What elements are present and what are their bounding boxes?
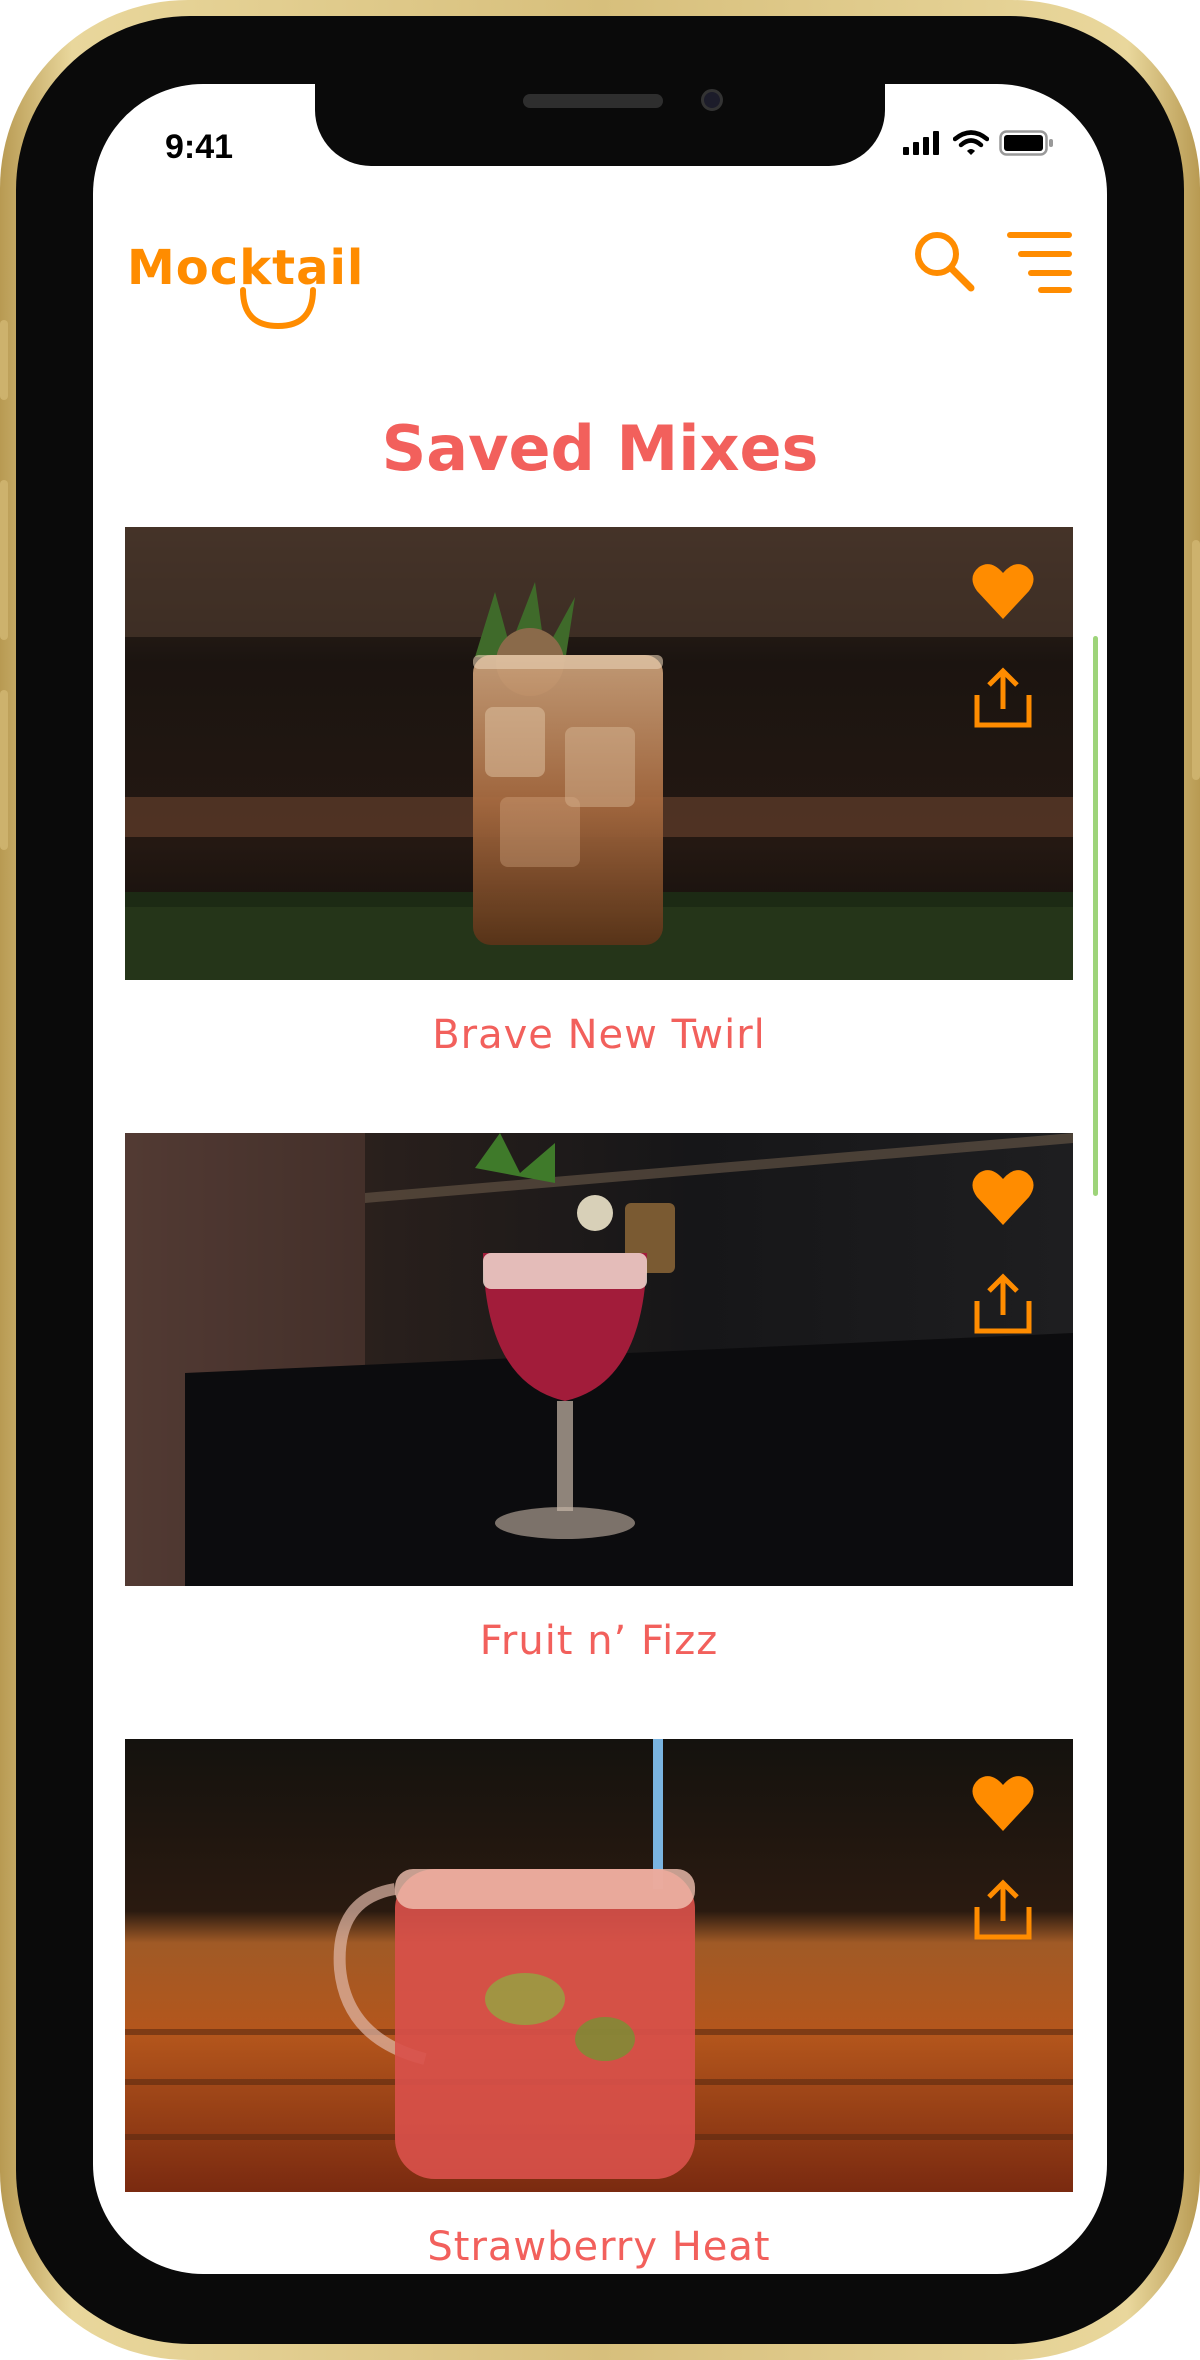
logo-mark: Mocktail <box>127 240 363 330</box>
app-screen: 9:41 Mocktail Saved Mixes Brave New Twir… <box>93 84 1107 2274</box>
search-icon[interactable] <box>911 228 977 294</box>
battery-icon <box>999 130 1053 156</box>
menu-icon[interactable] <box>1007 228 1073 294</box>
mix-name[interactable]: Strawberry Heat <box>125 2224 1073 2270</box>
mocktail-logo[interactable]: Mocktail <box>123 234 363 338</box>
share-icon[interactable] <box>971 1879 1035 1943</box>
volume-down-button <box>0 690 8 850</box>
saved-mix-card[interactable]: Brave New Twirl <box>125 527 1073 1058</box>
earpiece-speaker <box>523 94 663 108</box>
heart-icon[interactable] <box>971 1773 1035 1833</box>
drink-photo-image <box>125 527 1073 980</box>
drink-photo-image <box>125 1739 1073 2192</box>
drink-photo[interactable] <box>125 1133 1073 1586</box>
share-icon[interactable] <box>971 1273 1035 1337</box>
front-camera <box>701 89 723 111</box>
saved-mix-card[interactable]: Strawberry Heat <box>125 1739 1073 2270</box>
status-time: 9:41 <box>165 128 234 166</box>
drink-photo[interactable] <box>125 1739 1073 2192</box>
wifi-icon <box>953 130 989 155</box>
heart-icon[interactable] <box>971 1167 1035 1227</box>
mix-name[interactable]: Brave New Twirl <box>125 1012 1073 1058</box>
page-title: Saved Mixes <box>381 412 819 485</box>
volume-up-button <box>0 480 8 640</box>
mute-switch <box>0 320 8 400</box>
status-icons <box>903 130 1055 156</box>
signal-icon <box>903 131 939 155</box>
share-icon[interactable] <box>971 667 1035 731</box>
device-frame: 9:41 Mocktail Saved Mixes Brave New Twir… <box>0 0 1200 2360</box>
drink-photo-image <box>125 1133 1073 1586</box>
heart-icon[interactable] <box>971 561 1035 621</box>
power-button <box>1192 540 1200 780</box>
saved-mix-card[interactable]: Fruit n’ Fizz <box>125 1133 1073 1664</box>
drink-photo[interactable] <box>125 527 1073 980</box>
scrollbar[interactable] <box>1093 636 1098 1196</box>
mix-name[interactable]: Fruit n’ Fizz <box>125 1618 1073 1664</box>
device-notch <box>315 84 885 166</box>
logo-text: Mocktail <box>127 240 363 296</box>
